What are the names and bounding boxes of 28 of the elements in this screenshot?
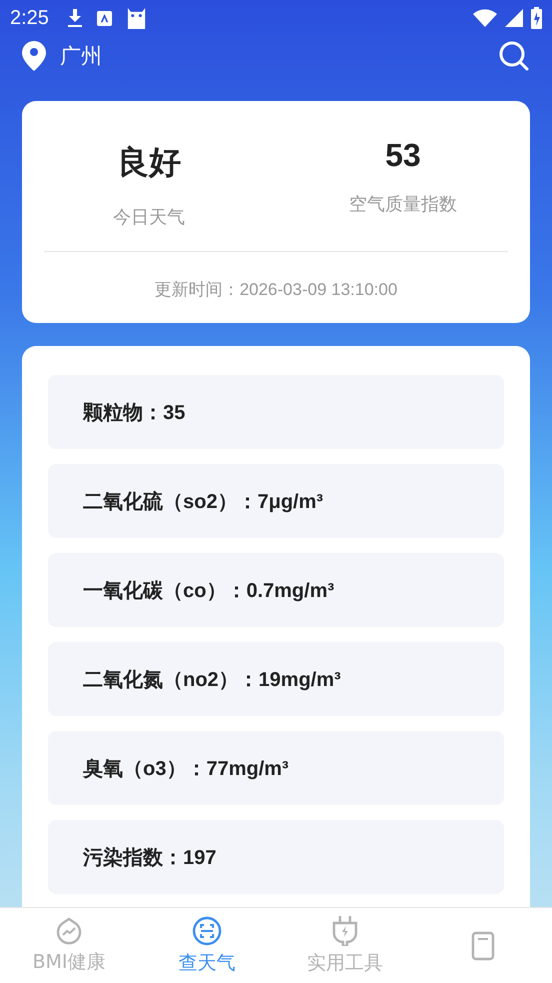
battery-icon bbox=[531, 7, 542, 29]
wifi-icon bbox=[473, 9, 497, 27]
download-icon bbox=[66, 9, 83, 27]
pollutant-item: 臭氧（o3）：77mg/m³ bbox=[48, 731, 504, 805]
plug-icon bbox=[332, 916, 358, 946]
pollutant-item: 二氧化硫（so2）：7μg/m³ bbox=[48, 464, 504, 538]
air-quality-value: 良好 bbox=[117, 142, 181, 183]
signal-icon bbox=[505, 9, 523, 27]
app-icon bbox=[96, 10, 112, 26]
nav-tab[interactable]: 查天气 bbox=[138, 908, 276, 983]
aqi-label: 空气质量指数 bbox=[349, 193, 457, 216]
update-time: 更新时间：2026-03-09 13:10:00 bbox=[154, 279, 398, 301]
status-time: 2:25 bbox=[10, 6, 49, 30]
chart-drop-icon bbox=[55, 916, 83, 944]
pollutant-item: 二氧化氮（no2）：19mg/m³ bbox=[48, 642, 504, 716]
search-icon[interactable] bbox=[498, 40, 530, 72]
location-pin-icon[interactable] bbox=[22, 41, 46, 71]
robot-icon bbox=[126, 8, 147, 28]
nav-tab[interactable]: 实用工具 bbox=[276, 908, 414, 983]
pollutant-item: 污染指数：197 bbox=[48, 820, 504, 894]
city-name[interactable]: 广州 bbox=[60, 42, 102, 70]
pollutant-item: 颗粒物：35 bbox=[48, 375, 504, 449]
scan-icon bbox=[192, 916, 222, 946]
air-quality-label: 今日天气 bbox=[113, 206, 185, 229]
phone-icon bbox=[471, 930, 495, 960]
pollutant-item: 一氧化碳（co）：0.7mg/m³ bbox=[48, 553, 504, 627]
aqi-value: 53 bbox=[385, 137, 421, 174]
nav-tab[interactable]: BMI健康 bbox=[0, 908, 138, 983]
